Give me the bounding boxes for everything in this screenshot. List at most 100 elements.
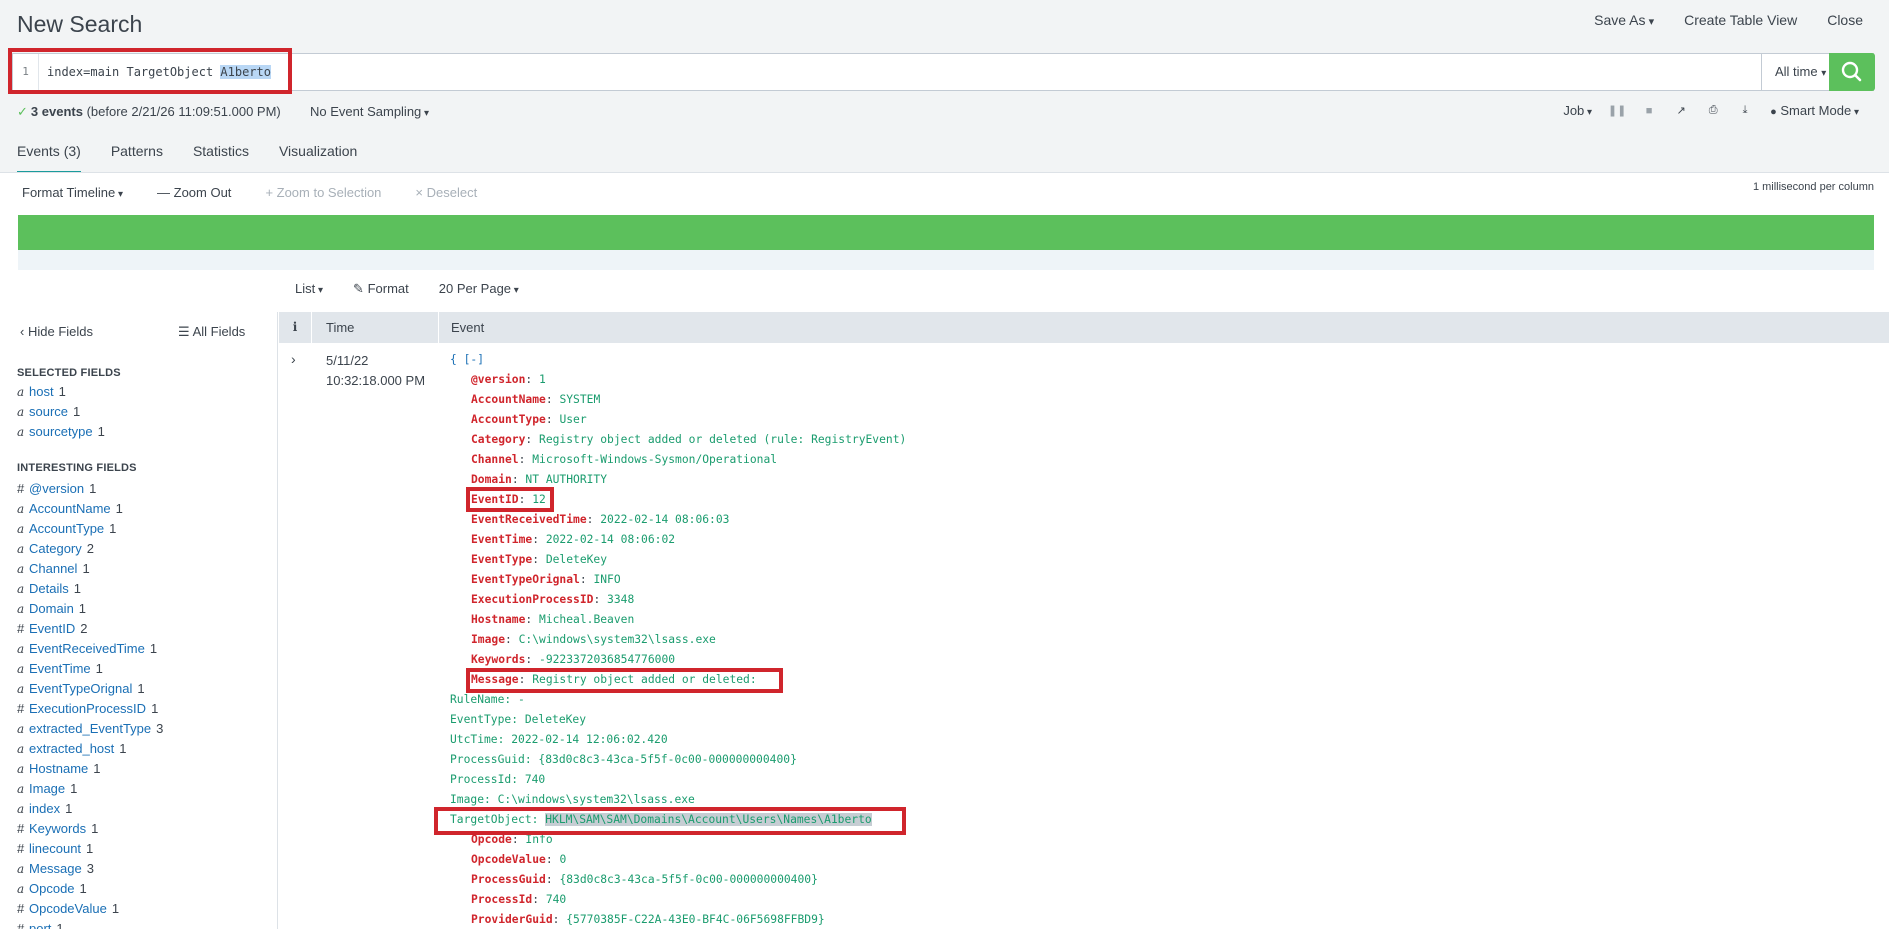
json-value[interactable]: DeleteKey bbox=[546, 553, 607, 566]
field-item[interactable]: a extracted_EventType 3 bbox=[17, 719, 272, 739]
json-key[interactable]: EventTypeOrignal bbox=[471, 573, 580, 586]
stop-icon[interactable]: ■ bbox=[1642, 104, 1656, 118]
search-button[interactable] bbox=[1829, 53, 1875, 91]
json-value[interactable]: 2022-02-14 08:06:03 bbox=[600, 513, 729, 526]
json-value[interactable]: {5770385F-C22A-43E0-BF4C-06F5698FFBD9} bbox=[566, 913, 824, 926]
field-name[interactable]: EventReceivedTime bbox=[29, 641, 145, 656]
field-item[interactable]: a Channel 1 bbox=[17, 559, 272, 579]
print-icon[interactable]: ⎙ bbox=[1706, 104, 1720, 118]
json-value[interactable]: INFO bbox=[593, 573, 620, 586]
zoom-to-selection-button[interactable]: + Zoom to Selection bbox=[265, 185, 381, 200]
export-icon[interactable]: ⤓ bbox=[1738, 104, 1752, 118]
field-name[interactable]: Opcode bbox=[29, 881, 75, 896]
save-as-menu[interactable]: Save As bbox=[1594, 12, 1654, 28]
create-table-view-link[interactable]: Create Table View bbox=[1684, 12, 1797, 28]
field-name[interactable]: Image bbox=[29, 781, 65, 796]
field-item[interactable]: # port 1 bbox=[17, 919, 272, 929]
json-value[interactable]: 2022-02-14 08:06:02 bbox=[546, 533, 675, 546]
json-key[interactable]: @version bbox=[471, 373, 525, 386]
field-name[interactable]: Message bbox=[29, 861, 82, 876]
field-name[interactable]: Category bbox=[29, 541, 82, 556]
field-name[interactable]: sourcetype bbox=[29, 424, 93, 439]
field-item[interactable]: # OpcodeValue 1 bbox=[17, 899, 272, 919]
json-key[interactable]: EventType bbox=[471, 553, 532, 566]
field-name[interactable]: extracted_EventType bbox=[29, 721, 151, 736]
field-name[interactable]: port bbox=[29, 921, 51, 929]
expand-row-icon[interactable]: › bbox=[291, 351, 296, 367]
field-item[interactable]: # @version 1 bbox=[17, 479, 272, 499]
field-item[interactable]: a EventTypeOrignal 1 bbox=[17, 679, 272, 699]
job-menu[interactable]: Job bbox=[1563, 103, 1592, 118]
json-key[interactable]: ProcessId bbox=[471, 893, 532, 906]
json-key[interactable]: Keywords bbox=[471, 653, 525, 666]
field-name[interactable]: Channel bbox=[29, 561, 77, 576]
json-key[interactable]: ProviderGuid bbox=[471, 913, 553, 926]
field-item[interactable]: a Details 1 bbox=[17, 579, 272, 599]
search-mode-dropdown[interactable]: ● Smart Mode bbox=[1770, 103, 1859, 118]
json-key[interactable]: AccountType bbox=[471, 413, 546, 426]
field-item[interactable]: a Message 3 bbox=[17, 859, 272, 879]
field-item[interactable]: a EventReceivedTime 1 bbox=[17, 639, 272, 659]
field-name[interactable]: OpcodeValue bbox=[29, 901, 107, 916]
share-icon[interactable]: ↗ bbox=[1674, 104, 1688, 118]
json-value[interactable]: 0 bbox=[559, 853, 566, 866]
field-name[interactable]: extracted_host bbox=[29, 741, 114, 756]
list-view-dropdown[interactable]: List bbox=[295, 281, 323, 297]
time-column-header[interactable]: Time bbox=[326, 312, 354, 343]
field-name[interactable]: AccountName bbox=[29, 501, 111, 516]
field-item[interactable]: # ExecutionProcessID 1 bbox=[17, 699, 272, 719]
field-name[interactable]: Domain bbox=[29, 601, 74, 616]
tab-events[interactable]: Events (3) bbox=[17, 143, 81, 174]
field-name[interactable]: ExecutionProcessID bbox=[29, 701, 146, 716]
field-name[interactable]: Details bbox=[29, 581, 69, 596]
field-item[interactable]: a EventTime 1 bbox=[17, 659, 272, 679]
field-name[interactable]: Keywords bbox=[29, 821, 86, 836]
json-value[interactable]: Registry object added or deleted (rule: … bbox=[539, 433, 906, 446]
event-sampling-dropdown[interactable]: No Event Sampling bbox=[310, 104, 429, 119]
field-name[interactable]: Hostname bbox=[29, 761, 88, 776]
json-key[interactable]: Image bbox=[471, 633, 505, 646]
field-item[interactable]: a source 1 bbox=[17, 402, 272, 422]
json-value[interactable]: -9223372036854776000 bbox=[539, 653, 675, 666]
field-item[interactable]: a extracted_host 1 bbox=[17, 739, 272, 759]
field-name[interactable]: EventTime bbox=[29, 661, 91, 676]
json-value[interactable]: C:\windows\system32\lsass.exe bbox=[519, 633, 716, 646]
per-page-dropdown[interactable]: 20 Per Page bbox=[439, 281, 519, 297]
format-button[interactable]: ✎ Format bbox=[353, 281, 409, 297]
field-item[interactable]: a Hostname 1 bbox=[17, 759, 272, 779]
field-name[interactable]: source bbox=[29, 404, 68, 419]
field-item[interactable]: a Domain 1 bbox=[17, 599, 272, 619]
all-fields-button[interactable]: ☰ All Fields bbox=[178, 324, 245, 340]
field-item[interactable]: a AccountType 1 bbox=[17, 519, 272, 539]
field-item[interactable]: a host 1 bbox=[17, 382, 272, 402]
json-value[interactable]: 1 bbox=[539, 373, 546, 386]
zoom-out-button[interactable]: — Zoom Out bbox=[157, 185, 231, 200]
tab-patterns[interactable]: Patterns bbox=[111, 143, 163, 174]
field-item[interactable]: a sourcetype 1 bbox=[17, 422, 272, 442]
json-key[interactable]: EventReceivedTime bbox=[471, 513, 587, 526]
json-key[interactable]: OpcodeValue bbox=[471, 853, 546, 866]
pause-icon[interactable]: ❚❚ bbox=[1608, 104, 1626, 118]
json-key[interactable]: Hostname bbox=[471, 613, 525, 626]
json-value[interactable]: Micheal.Beaven bbox=[539, 613, 634, 626]
deselect-button[interactable]: × Deselect bbox=[415, 185, 477, 200]
json-value[interactable]: {83d0c8c3-43ca-5f5f-0c00-000000000400} bbox=[559, 873, 817, 886]
json-collapse-toggle[interactable]: { [-] bbox=[450, 350, 906, 370]
field-name[interactable]: @version bbox=[29, 481, 84, 496]
json-key[interactable]: ExecutionProcessID bbox=[471, 593, 593, 606]
field-item[interactable]: # linecount 1 bbox=[17, 839, 272, 859]
json-key[interactable]: Channel bbox=[471, 453, 519, 466]
close-link[interactable]: Close bbox=[1827, 12, 1863, 28]
hide-fields-button[interactable]: ‹ Hide Fields bbox=[20, 324, 93, 339]
json-key[interactable]: EventTime bbox=[471, 533, 532, 546]
field-name[interactable]: EventTypeOrignal bbox=[29, 681, 132, 696]
field-name[interactable]: host bbox=[29, 384, 54, 399]
json-key[interactable]: Domain bbox=[471, 473, 512, 486]
field-item[interactable]: a Image 1 bbox=[17, 779, 272, 799]
field-item[interactable]: a AccountName 1 bbox=[17, 499, 272, 519]
json-key[interactable]: AccountName bbox=[471, 393, 546, 406]
field-name[interactable]: AccountType bbox=[29, 521, 104, 536]
tab-visualization[interactable]: Visualization bbox=[279, 143, 357, 174]
json-value[interactable]: Microsoft-Windows-Sysmon/Operational bbox=[532, 453, 777, 466]
json-key[interactable]: ProcessGuid bbox=[471, 873, 546, 886]
